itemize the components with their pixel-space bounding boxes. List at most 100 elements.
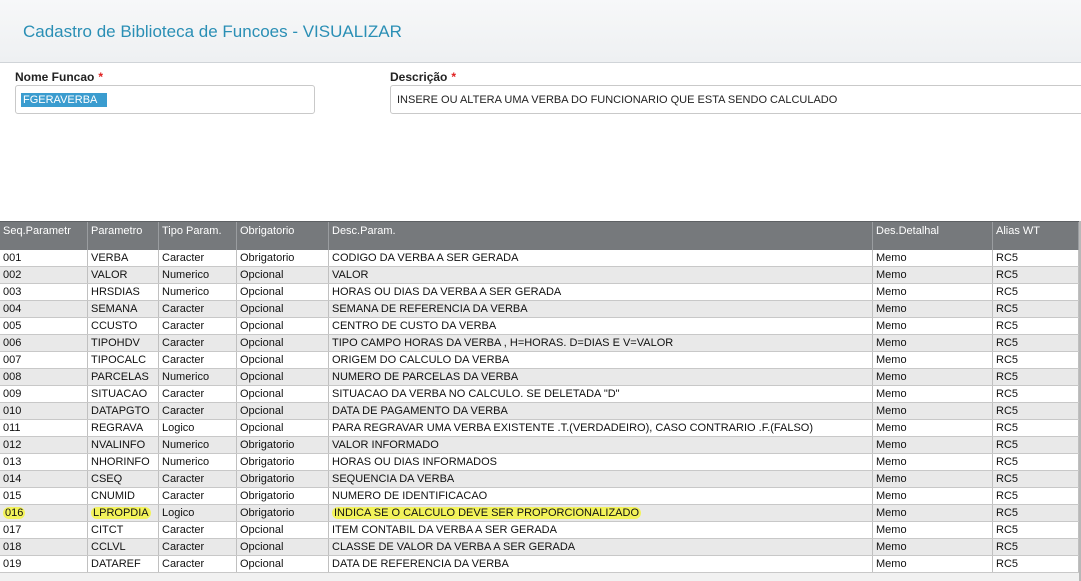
nome-funcao-field[interactable]: FGERAVERBA: [15, 85, 315, 114]
cell-des-detalhal: Memo: [873, 318, 993, 334]
column-header-obrigatorio[interactable]: Obrigatorio: [237, 222, 329, 251]
table-row[interactable]: 014 CSEQ Caracter Obrigatorio SEQUENCIA DA V…: [0, 471, 1081, 488]
cell-seq: 017: [0, 522, 88, 538]
cell-parametro: CSEQ: [88, 471, 159, 487]
cell-tipo: Logico: [159, 505, 237, 521]
cell-desc: CLASSE DE VALOR DA VERBA A SER GERADA: [329, 539, 873, 555]
cell-alias: RC5: [993, 505, 1079, 521]
nome-funcao-label: Nome Funcao *: [15, 70, 104, 84]
column-header-alias[interactable]: Alias WT: [993, 222, 1079, 251]
table-row[interactable]: 012 NVALINFO Numerico Obrigatorio VALOR INFO…: [0, 437, 1081, 454]
table-row[interactable]: 017 CITCT Caracter Opcional ITEM CONTABIL DA…: [0, 522, 1081, 539]
cell-des-detalhal: Memo: [873, 522, 993, 538]
table-row[interactable]: 005 CCUSTO Caracter Opcional CENTRO DE CUSTO…: [0, 318, 1081, 335]
table-row[interactable]: 008 PARCELAS Numerico Opcional NUMERO DE PAR…: [0, 369, 1081, 386]
cell-tipo: Caracter: [159, 386, 237, 402]
grid-body: 001 VERBA Caracter Obrigatorio CODIGO DA VER…: [0, 250, 1081, 573]
page-title: Cadastro de Biblioteca de Funcoes - VISU…: [23, 22, 402, 41]
cell-desc: HORAS OU DIAS DA VERBA A SER GERADA: [329, 284, 873, 300]
cell-alias: RC5: [993, 539, 1079, 555]
cell-desc: CENTRO DE CUSTO DA VERBA: [329, 318, 873, 334]
cell-alias: RC5: [993, 335, 1079, 351]
column-header-des-detalhal[interactable]: Des.Detalhal: [873, 222, 993, 251]
cell-desc: DATA DE REFERENCIA DA VERBA: [329, 556, 873, 572]
cell-tipo: Numerico: [159, 437, 237, 453]
descricao-label: Descrição *: [390, 70, 457, 84]
cell-parametro: NHORINFO: [88, 454, 159, 470]
cell-parametro: LPROPDIA: [88, 505, 159, 521]
cell-obrigatorio: Opcional: [237, 403, 329, 419]
cell-des-detalhal: Memo: [873, 335, 993, 351]
column-header-parametro[interactable]: Parametro: [88, 222, 159, 251]
cell-parametro: CCUSTO: [88, 318, 159, 334]
cell-desc: PARA REGRAVAR UMA VERBA EXISTENTE .T.(VE…: [329, 420, 873, 436]
table-row[interactable]: 001 VERBA Caracter Obrigatorio CODIGO DA VER…: [0, 250, 1081, 267]
cell-alias: RC5: [993, 284, 1079, 300]
table-row[interactable]: 003 HRSDIAS Numerico Opcional HORAS OU DIAS …: [0, 284, 1081, 301]
cell-tipo: Caracter: [159, 403, 237, 419]
cell-seq: 007: [0, 352, 88, 368]
table-row[interactable]: 002 VALOR Numerico Opcional VALOR Memo RC5: [0, 267, 1081, 284]
cell-tipo: Caracter: [159, 471, 237, 487]
cell-des-detalhal: Memo: [873, 301, 993, 317]
cell-desc: DATA DE PAGAMENTO DA VERBA: [329, 403, 873, 419]
cell-des-detalhal: Memo: [873, 556, 993, 572]
table-row[interactable]: 013 NHORINFO Numerico Obrigatorio HORAS OU D…: [0, 454, 1081, 471]
nome-funcao-value: FGERAVERBA: [21, 93, 108, 107]
cell-des-detalhal: Memo: [873, 488, 993, 504]
cell-desc: SEMANA DE REFERENCIA DA VERBA: [329, 301, 873, 317]
cell-obrigatorio: Opcional: [237, 386, 329, 402]
table-row[interactable]: 018 CCLVL Caracter Opcional CLASSE DE VALOR …: [0, 539, 1081, 556]
cell-alias: RC5: [993, 403, 1079, 419]
cell-desc: CODIGO DA VERBA A SER GERADA: [329, 250, 873, 266]
parameters-grid: Seq.Parametr Parametro Tipo Param. Obrig…: [0, 221, 1081, 581]
table-row[interactable]: 007 TIPOCALC Caracter Opcional ORIGEM DO CAL…: [0, 352, 1081, 369]
column-header-seq[interactable]: Seq.Parametr: [0, 222, 88, 251]
cell-obrigatorio: Obrigatorio: [237, 437, 329, 453]
cell-desc: TIPO CAMPO HORAS DA VERBA , H=HORAS. D=D…: [329, 335, 873, 351]
cell-obrigatorio: Opcional: [237, 284, 329, 300]
table-row[interactable]: 019 DATAREF Caracter Opcional DATA DE REFERE…: [0, 556, 1081, 573]
required-marker: *: [98, 70, 104, 84]
cell-desc: NUMERO DE PARCELAS DA VERBA: [329, 369, 873, 385]
cell-obrigatorio: Opcional: [237, 556, 329, 572]
cell-des-detalhal: Memo: [873, 352, 993, 368]
column-header-desc[interactable]: Desc.Param.: [329, 222, 873, 251]
table-row[interactable]: 015 CNUMID Caracter Obrigatorio NUMERO DE ID…: [0, 488, 1081, 505]
table-row[interactable]: 009 SITUACAO Caracter Opcional SITUACAO DA V…: [0, 386, 1081, 403]
grid-header: Seq.Parametr Parametro Tipo Param. Obrig…: [0, 221, 1081, 251]
cell-obrigatorio: Opcional: [237, 420, 329, 436]
cell-tipo: Caracter: [159, 539, 237, 555]
cell-seq: 002: [0, 267, 88, 283]
cell-parametro: VALOR: [88, 267, 159, 283]
cell-alias: RC5: [993, 250, 1079, 266]
cell-seq: 011: [0, 420, 88, 436]
cell-alias: RC5: [993, 471, 1079, 487]
cell-desc: VALOR: [329, 267, 873, 283]
column-header-tipo[interactable]: Tipo Param.: [159, 222, 237, 251]
cell-tipo: Caracter: [159, 556, 237, 572]
cell-parametro: DATAPGTO: [88, 403, 159, 419]
cell-des-detalhal: Memo: [873, 369, 993, 385]
table-row[interactable]: 004 SEMANA Caracter Opcional SEMANA DE REFER…: [0, 301, 1081, 318]
descricao-field[interactable]: INSERE OU ALTERA UMA VERBA DO FUNCIONARI…: [390, 85, 1081, 114]
cell-des-detalhal: Memo: [873, 420, 993, 436]
cell-parametro: CCLVL: [88, 539, 159, 555]
cell-parametro: TIPOCALC: [88, 352, 159, 368]
table-row[interactable]: 011 REGRAVA Logico Opcional PARA REGRAVAR UM…: [0, 420, 1081, 437]
cell-seq: 003: [0, 284, 88, 300]
cell-des-detalhal: Memo: [873, 386, 993, 402]
table-row[interactable]: 016 LPROPDIA Logico Obrigatorio INDICA SE O …: [0, 505, 1081, 522]
table-row[interactable]: 006 TIPOHDV Caracter Opcional TIPO CAMPO HOR…: [0, 335, 1081, 352]
cell-parametro: DATAREF: [88, 556, 159, 572]
table-row[interactable]: 010 DATAPGTO Caracter Opcional DATA DE PAGAM…: [0, 403, 1081, 420]
cell-tipo: Numerico: [159, 454, 237, 470]
cell-seq: 018: [0, 539, 88, 555]
cell-parametro: REGRAVA: [88, 420, 159, 436]
cell-desc: SITUACAO DA VERBA NO CALCULO. SE DELETAD…: [329, 386, 873, 402]
cell-seq: 004: [0, 301, 88, 317]
cell-seq: 013: [0, 454, 88, 470]
cell-parametro: SITUACAO: [88, 386, 159, 402]
cell-seq: 019: [0, 556, 88, 572]
cell-tipo: Caracter: [159, 335, 237, 351]
